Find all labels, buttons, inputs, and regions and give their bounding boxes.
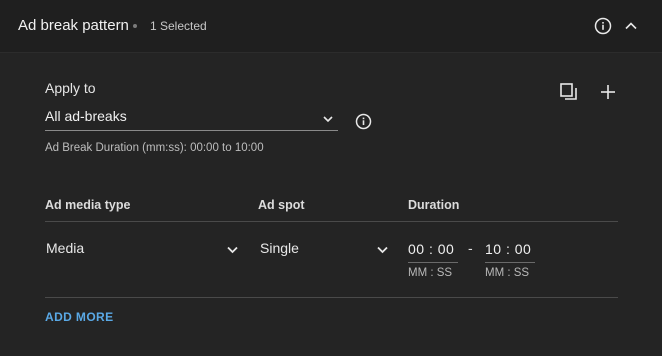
divider: [45, 297, 618, 298]
apply-to-value: All ad-breaks: [45, 108, 127, 124]
panel-title: Ad break pattern: [18, 17, 129, 34]
panel-header[interactable]: Ad break pattern 1 Selected: [0, 0, 662, 53]
time-range-separator: -: [468, 240, 473, 256]
end-time-value: 10 : 00: [485, 241, 532, 257]
chevron-down-icon: [226, 243, 239, 256]
info-icon[interactable]: [594, 17, 612, 35]
ad-spot-select[interactable]: Single: [260, 236, 389, 260]
chevron-down-icon: [322, 112, 334, 124]
chevron-up-icon[interactable]: [623, 18, 639, 34]
add-more-button[interactable]: ADD MORE: [45, 310, 114, 324]
end-time-format: MM : SS: [485, 267, 530, 279]
column-header-ad-spot: Ad spot: [258, 198, 305, 212]
duration-hint: Ad Break Duration (mm:ss): 00:00 to 10:0…: [45, 142, 264, 154]
media-type-value: Media: [46, 240, 85, 256]
selected-count: 1 Selected: [150, 19, 207, 33]
plus-icon[interactable]: [598, 82, 618, 102]
chevron-down-icon: [376, 243, 389, 256]
start-time-value: 00 : 00: [408, 241, 455, 257]
ad-spot-value: Single: [260, 240, 299, 256]
copy-icon[interactable]: [559, 82, 579, 102]
end-time-input[interactable]: 10 : 00: [485, 238, 535, 263]
column-header-media-type: Ad media type: [45, 198, 131, 212]
apply-to-label: Apply to: [45, 80, 96, 96]
apply-to-select[interactable]: All ad-breaks: [45, 104, 338, 131]
start-time-format: MM : SS: [408, 267, 453, 279]
separator-dot: [133, 24, 137, 28]
info-icon[interactable]: [355, 113, 372, 130]
divider: [45, 221, 618, 222]
column-header-duration: Duration: [408, 198, 460, 212]
start-time-input[interactable]: 00 : 00: [408, 238, 458, 263]
media-type-select[interactable]: Media: [46, 236, 239, 260]
